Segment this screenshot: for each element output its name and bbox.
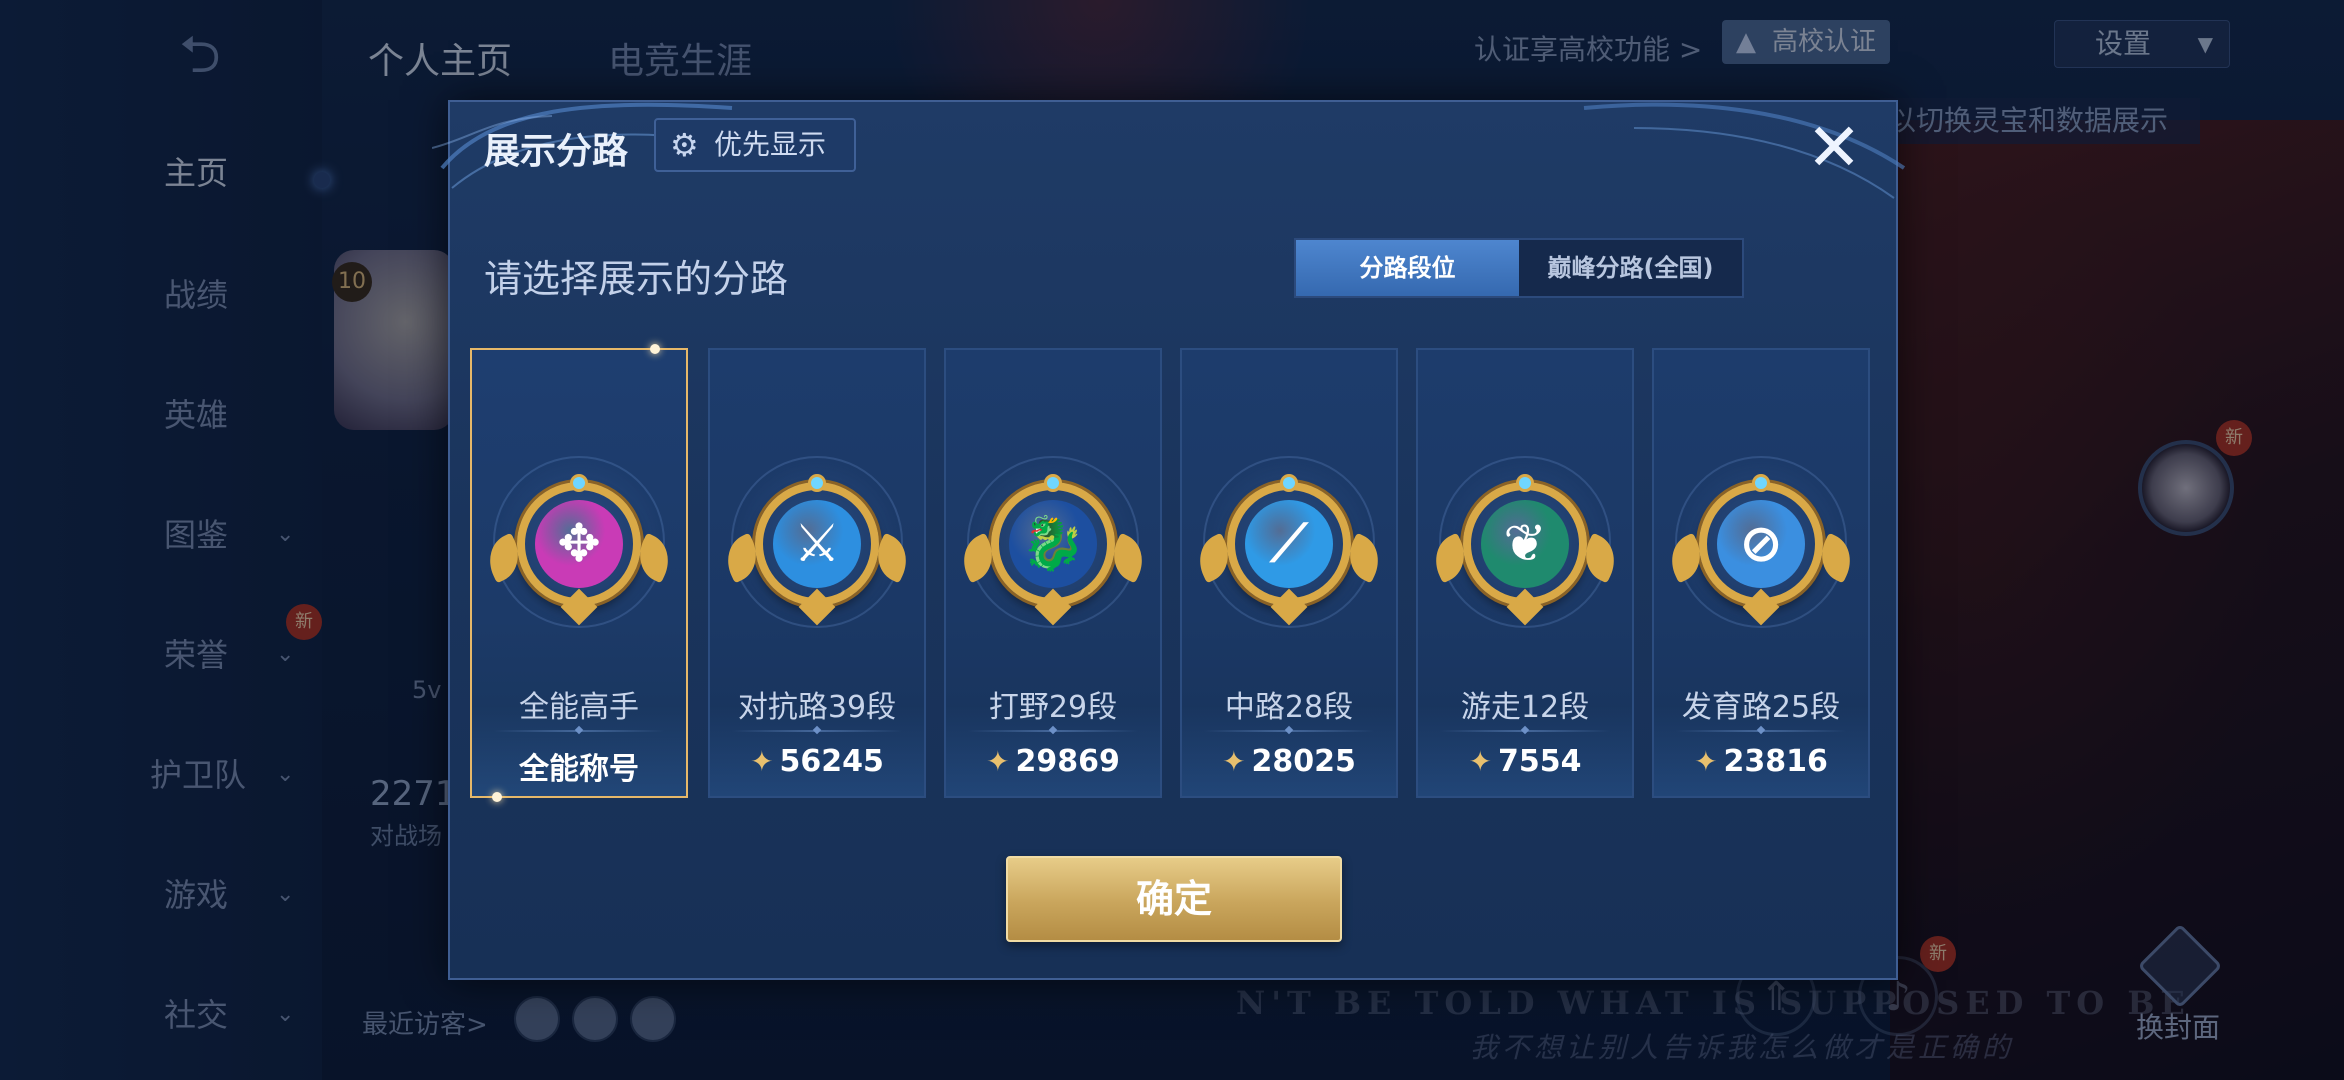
lane-points-icon: ✦ — [1694, 745, 1718, 778]
modal-title: 展示分路 — [484, 131, 629, 172]
gear-icon: ⚙ — [670, 126, 699, 164]
farm-lane-emblem-icon: ⊘ — [1662, 474, 1860, 626]
lane-points-icon: ✦ — [986, 745, 1010, 778]
lane-card-value: ✦ 7554 — [1418, 744, 1632, 779]
card-divider — [732, 730, 902, 732]
lane-card[interactable]: ❦ 游走12段 ✦ 7554 — [1416, 348, 1634, 798]
lane-card[interactable]: ⊘ 发育路25段 ✦ 23816 — [1652, 348, 1870, 798]
lane-card[interactable]: ⟋ 中路28段 ✦ 28025 — [1180, 348, 1398, 798]
lane-card-value-text: 28025 — [1251, 744, 1356, 779]
lane-card[interactable]: ✥ 全能高手全能称号 — [470, 344, 688, 802]
lane-points-icon: ✦ — [750, 745, 774, 778]
card-divider — [1204, 730, 1374, 732]
lane-card-name: 打野29段 — [988, 690, 1118, 725]
lane-card-list: ✥ 全能高手 全能称号 ⚔ 对抗路39段 ✦ 56245 🐉 打野29段 ✦ 29869 ⟋ 中路28段… — [470, 344, 1880, 802]
confirm-button[interactable]: 确定 — [1006, 856, 1342, 942]
tab-peak-lane[interactable]: 巅峰分路(全国) — [1519, 240, 1742, 296]
lane-card-name: 全能高手 — [519, 690, 639, 725]
lane-type-toggle: 分路段位 巅峰分路(全国) — [1294, 238, 1744, 298]
lane-points-icon: ✦ — [1222, 745, 1246, 778]
card-divider — [494, 730, 664, 732]
lane-card-value-text: 56245 — [779, 744, 884, 779]
lane-card-value-text: 23816 — [1723, 744, 1828, 779]
lane-card-value: 全能称号 — [472, 744, 686, 788]
lane-card-value-text: 29869 — [1015, 744, 1120, 779]
lane-card[interactable]: 🐉 打野29段 ✦ 29869 — [944, 348, 1162, 798]
lane-card-name: 对抗路39段 — [737, 690, 897, 725]
lane-card-name: 中路28段 — [1224, 690, 1354, 725]
priority-display-label: 优先显示 — [714, 128, 827, 161]
roam-emblem-icon: ❦ — [1426, 474, 1624, 626]
lane-card-name: 发育路25段 — [1681, 690, 1841, 725]
lane-card-value-text: 7554 — [1497, 744, 1582, 779]
lane-display-modal: 展示分路 ⚙ 优先显示 ✕ 请选择展示的分路 分路段位 巅峰分路(全国) ✥ 全能… — [432, 100, 1906, 980]
lane-card-value: ✦ 23816 — [1654, 744, 1868, 779]
lane-card-value: ✦ 29869 — [946, 744, 1160, 779]
clash-lane-emblem-icon: ⚔ — [718, 474, 916, 626]
mid-lane-emblem-icon: ⟋ — [1190, 474, 1388, 626]
lane-card[interactable]: ⚔ 对抗路39段 ✦ 56245 — [708, 348, 926, 798]
card-divider — [1676, 730, 1846, 732]
lane-card-name: 游走12段 — [1460, 690, 1590, 725]
modal-subtitle: 请选择展示的分路 — [484, 257, 789, 301]
all-round-emblem-icon: ✥ — [480, 474, 678, 626]
lane-card-value: ✦ 56245 — [710, 744, 924, 779]
lane-card-value: ✦ 28025 — [1182, 744, 1396, 779]
lane-points-icon: ✦ — [1468, 745, 1492, 778]
card-divider — [968, 730, 1138, 732]
close-icon[interactable]: ✕ — [1802, 115, 1866, 181]
selection-sparkle — [492, 792, 502, 802]
tab-lane-rank[interactable]: 分路段位 — [1296, 240, 1519, 296]
lane-card-value-text: 全能称号 — [519, 752, 639, 787]
card-divider — [1440, 730, 1610, 732]
selection-sparkle — [650, 344, 660, 354]
priority-display-button[interactable]: ⚙ 优先显示 — [654, 118, 856, 172]
jungle-emblem-icon: 🐉 — [954, 474, 1152, 626]
